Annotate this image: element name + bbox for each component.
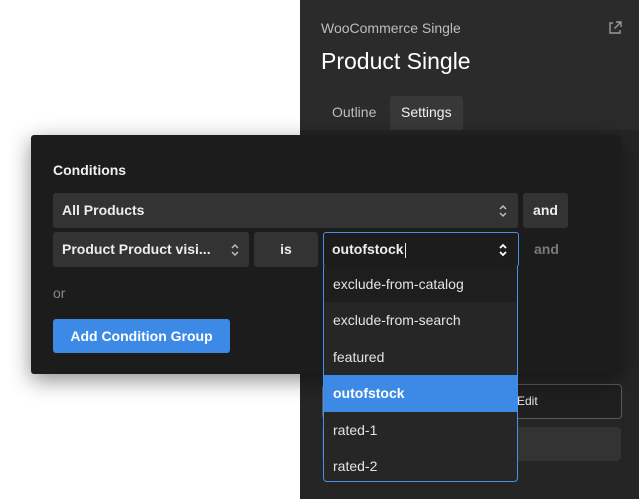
modal-title: Conditions bbox=[53, 162, 127, 178]
dropdown-option[interactable]: exclude-from-catalog bbox=[324, 266, 517, 303]
condition-field-value: Product Product visi... bbox=[62, 241, 211, 257]
tab-settings[interactable]: Settings bbox=[390, 96, 463, 130]
and-button[interactable]: and bbox=[523, 193, 568, 228]
condition-field-select[interactable]: Product Product visi... bbox=[53, 232, 249, 267]
edit-button-label: Edit bbox=[517, 394, 538, 408]
value-dropdown-list: exclude-from-catalog exclude-from-search… bbox=[323, 266, 518, 482]
panel-header: WooCommerce Single Product Single Outlin… bbox=[300, 0, 639, 130]
chevron-updown-icon bbox=[231, 243, 239, 257]
tab-outline[interactable]: Outline bbox=[321, 96, 387, 130]
condition-field-select[interactable]: All Products bbox=[53, 193, 518, 228]
template-type-label: WooCommerce Single bbox=[321, 20, 461, 36]
dropdown-option[interactable]: rated-1 bbox=[324, 412, 517, 448]
operator-select[interactable]: is bbox=[254, 232, 318, 267]
external-link-icon[interactable] bbox=[607, 20, 623, 36]
chevron-updown-icon bbox=[499, 204, 507, 218]
value-select-text: outofstock bbox=[332, 241, 404, 257]
chevron-updown-icon bbox=[499, 243, 507, 257]
value-select-input[interactable]: outofstock bbox=[323, 232, 519, 267]
add-condition-group-button[interactable]: Add Condition Group bbox=[53, 319, 230, 353]
page-title: Product Single bbox=[321, 48, 471, 74]
dropdown-option[interactable]: rated-2 bbox=[324, 448, 517, 481]
dropdown-option[interactable]: exclude-from-search bbox=[324, 302, 517, 338]
condition-field-value: All Products bbox=[62, 202, 145, 218]
and-button-disabled[interactable]: and bbox=[534, 241, 559, 257]
or-label: or bbox=[53, 285, 66, 301]
dropdown-option-selected[interactable]: outofstock bbox=[324, 375, 517, 412]
dropdown-option[interactable]: featured bbox=[324, 339, 517, 375]
